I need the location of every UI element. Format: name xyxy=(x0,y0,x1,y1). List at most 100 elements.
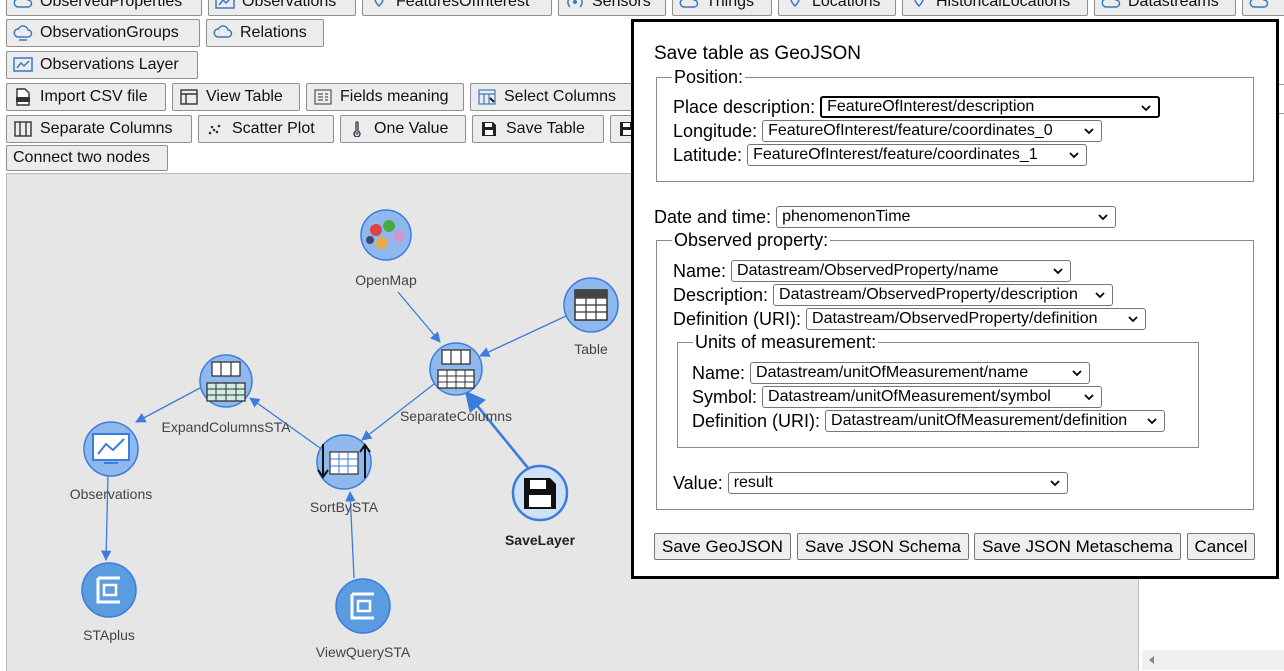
node-label-savelayer: SaveLayer xyxy=(504,532,576,548)
place-description-select[interactable]: FeatureOfInterest/description xyxy=(820,96,1161,118)
date-time-select[interactable]: phenomenonTime xyxy=(776,206,1117,228)
view-table-button[interactable]: View Table xyxy=(172,83,300,111)
thermometer-icon xyxy=(347,120,367,138)
chevron-down-icon xyxy=(1072,370,1082,377)
observed-properties-button[interactable]: ObservedProperties xyxy=(6,0,202,16)
op-name-select[interactable]: Datastream/ObservedProperty/name xyxy=(731,260,1072,282)
historical-locations-button[interactable]: HistoricalLocations xyxy=(902,0,1088,16)
unit-definition-select[interactable]: Datastream/unitOfMeasurement/definition xyxy=(825,410,1166,432)
features-of-interest-button[interactable]: FeaturesOfInterest xyxy=(362,0,552,16)
unit-symbol-select[interactable]: Datastream/unitOfMeasurement/symbol xyxy=(762,386,1103,408)
unit-name-value: Datastream/unitOfMeasurement/name xyxy=(756,364,1029,381)
place-description-row: Place description: FeatureOfInterest/des… xyxy=(673,96,1161,118)
relations-icon xyxy=(213,24,233,42)
chevron-down-icon xyxy=(1069,152,1079,159)
unit-symbol-label: Symbol: xyxy=(692,386,758,407)
observation-groups-label: ObservationGroups xyxy=(40,24,179,41)
value-label: Value: xyxy=(673,472,723,493)
op-name-value: Datastream/ObservedProperty/name xyxy=(737,262,999,279)
latitude-select[interactable]: FeatureOfInterest/feature/coordinates_1 xyxy=(747,144,1088,166)
longitude-value: FeatureOfInterest/feature/coordinates_0 xyxy=(768,122,1053,139)
scroll-left-icon[interactable] xyxy=(1146,654,1158,666)
more-button[interactable] xyxy=(1242,0,1284,16)
units-legend: Units of measurement: xyxy=(695,332,877,352)
historical-locations-label: HistoricalLocations xyxy=(936,0,1071,10)
op-definition-label: Definition (URI): xyxy=(673,308,802,329)
layer-chart-icon xyxy=(13,56,33,74)
observation-groups-button[interactable]: ObservationGroups xyxy=(6,19,200,47)
save-json-schema-button[interactable]: Save JSON Schema xyxy=(797,533,969,560)
observations-button[interactable]: Observations xyxy=(208,0,356,16)
observations-layer-button[interactable]: Observations Layer xyxy=(6,51,198,79)
import-csv-label: Import CSV file xyxy=(40,88,148,105)
node-label-sortbysta: SortBySTA xyxy=(309,499,379,515)
things-button[interactable]: Things xyxy=(672,0,772,16)
unit-definition-label: Definition (URI): xyxy=(692,410,821,431)
chevron-down-icon xyxy=(1050,480,1060,487)
value-select[interactable]: result xyxy=(727,472,1068,494)
date-time-value: phenomenonTime xyxy=(782,208,911,225)
op-name-row: Name: Datastream/ObservedProperty/name xyxy=(673,260,1072,282)
save-icon xyxy=(479,120,499,138)
position-legend: Position: xyxy=(674,67,744,87)
save-geojson-button[interactable]: Save GeoJSON xyxy=(654,533,791,560)
datastreams-button[interactable]: Datastreams xyxy=(1094,0,1236,16)
unit-definition-value: Datastream/unitOfMeasurement/definition xyxy=(831,412,1128,429)
one-value-button[interactable]: One Value xyxy=(340,115,466,143)
place-description-value: FeatureOfInterest/description xyxy=(827,98,1035,115)
op-description-select[interactable]: Datastream/ObservedProperty/description xyxy=(773,284,1114,306)
node-label-observations: Observations xyxy=(69,486,153,502)
save-json-metaschema-button[interactable]: Save JSON Metaschema xyxy=(974,533,1181,560)
select-columns-button[interactable]: Select Columns xyxy=(470,83,636,111)
separate-columns-button[interactable]: Separate Columns xyxy=(6,115,192,143)
latitude-label: Latitude: xyxy=(673,144,743,165)
unit-symbol-row: Symbol: Datastream/unitOfMeasurement/sym… xyxy=(692,386,1103,408)
observation-groups-icon xyxy=(13,24,33,42)
cloud-icon xyxy=(13,0,33,11)
dialog-title: Save table as GeoJSON xyxy=(654,43,861,64)
cloud-more-icon xyxy=(1249,0,1269,11)
features-of-interest-label: FeaturesOfInterest xyxy=(396,0,530,10)
unit-definition-row: Definition (URI): Datastream/unitOfMeasu… xyxy=(692,410,1166,432)
sensor-icon xyxy=(565,0,585,11)
save-table-button[interactable]: Save Table xyxy=(472,115,604,143)
connect-two-nodes-button[interactable]: Connect two nodes xyxy=(6,145,168,171)
chevron-down-icon xyxy=(1084,128,1094,135)
place-description-label: Place description: xyxy=(673,96,816,117)
location-icon xyxy=(369,0,389,11)
things-label: Things xyxy=(706,0,755,10)
select-columns-label: Select Columns xyxy=(504,88,617,105)
select-columns-icon xyxy=(477,88,497,106)
relations-button[interactable]: Relations xyxy=(206,19,324,47)
op-name-label: Name: xyxy=(673,260,727,281)
cancel-button[interactable]: Cancel xyxy=(1187,533,1255,560)
sensors-button[interactable]: Sensors xyxy=(558,0,666,16)
longitude-select[interactable]: FeatureOfInterest/feature/coordinates_0 xyxy=(762,120,1103,142)
fields-meaning-button[interactable]: Fields meaning xyxy=(306,83,464,111)
import-csv-button[interactable]: Import CSV file xyxy=(6,83,166,111)
latitude-value: FeatureOfInterest/feature/coordinates_1 xyxy=(753,146,1038,163)
node-label-openmap: OpenMap xyxy=(355,272,417,288)
op-definition-value: Datastream/ObservedProperty/definition xyxy=(812,310,1098,327)
table-icon xyxy=(179,88,199,106)
value-row: Value: result xyxy=(673,472,1068,494)
datastreams-label: Datastreams xyxy=(1128,0,1219,10)
op-definition-select[interactable]: Datastream/ObservedProperty/definition xyxy=(806,308,1147,330)
horizontal-scrollbar[interactable] xyxy=(1142,650,1284,670)
view-table-label: View Table xyxy=(206,88,283,105)
date-time-row: Date and time: phenomenonTime xyxy=(654,206,1117,228)
save-table-label: Save Table xyxy=(506,120,585,137)
save-geojson-dialog: Save table as GeoJSON Position: Place de… xyxy=(631,19,1279,579)
fields-meaning-label: Fields meaning xyxy=(340,88,449,105)
chevron-down-icon xyxy=(1128,316,1138,323)
relations-label: Relations xyxy=(240,24,307,41)
observed-properties-label: ObservedProperties xyxy=(40,0,183,10)
unit-name-select[interactable]: Datastream/unitOfMeasurement/name xyxy=(750,362,1091,384)
sensors-label: Sensors xyxy=(592,0,651,10)
location-pin-icon xyxy=(785,0,805,11)
unit-name-row: Name: Datastream/unitOfMeasurement/name xyxy=(692,362,1091,384)
locations-button[interactable]: Locations xyxy=(778,0,896,16)
scatter-plot-label: Scatter Plot xyxy=(232,120,315,137)
observations-layer-label: Observations Layer xyxy=(40,56,179,73)
scatter-plot-button[interactable]: Scatter Plot xyxy=(198,115,334,143)
